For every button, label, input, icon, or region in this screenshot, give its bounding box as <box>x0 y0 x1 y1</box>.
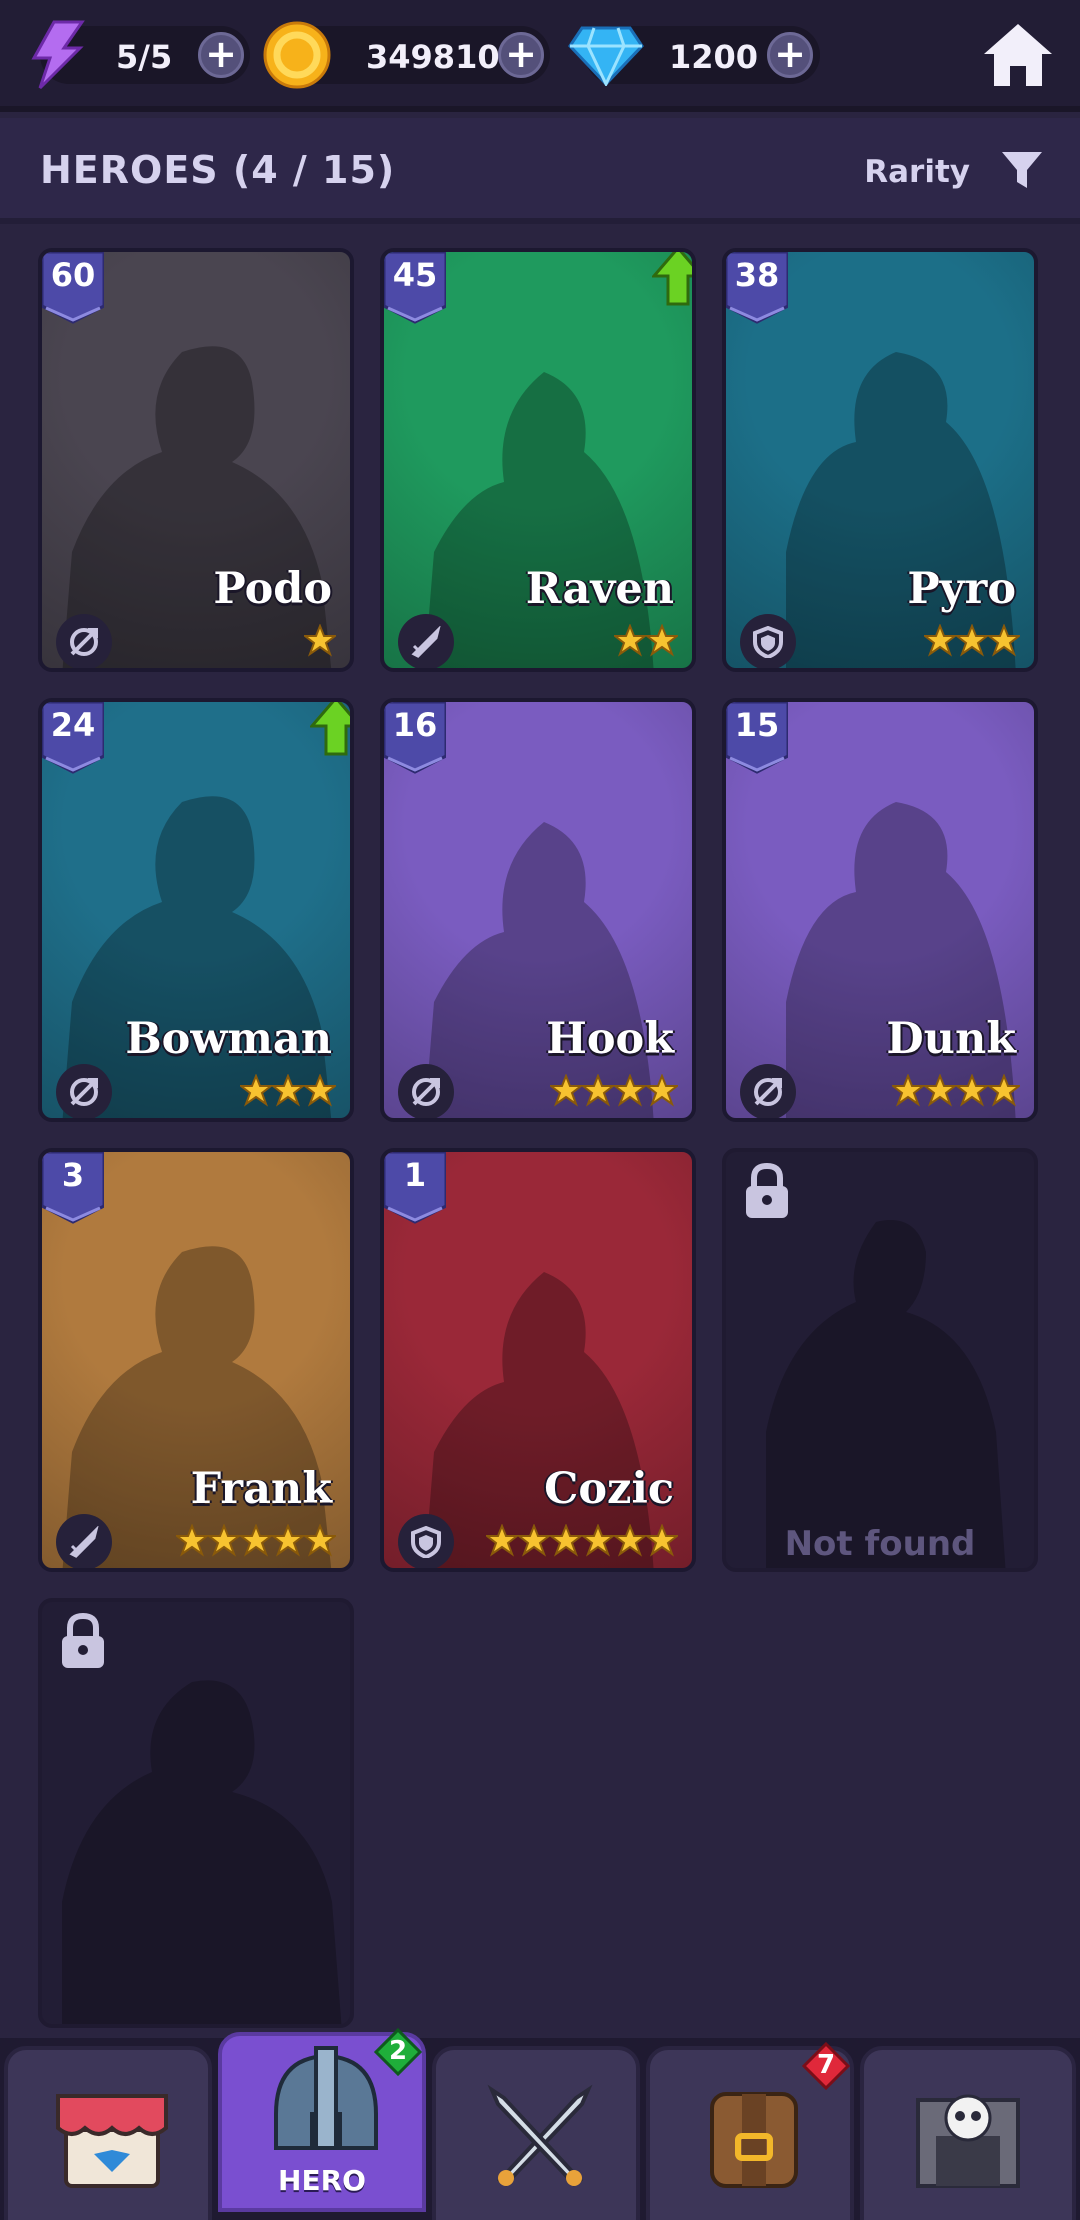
hero-level: 24 <box>50 706 96 744</box>
backpack-icon <box>710 2092 798 2188</box>
bow-icon <box>754 1078 782 1106</box>
home-button[interactable] <box>982 20 1054 90</box>
hero-star-rating <box>550 1074 678 1107</box>
role-badge <box>56 1514 112 1568</box>
hero-card-pyro[interactable]: 38 Pyro <box>722 248 1038 672</box>
hero-level: 16 <box>392 706 438 744</box>
helmet-icon <box>274 2046 378 2150</box>
page-title: HEROES (4 / 15) <box>40 148 396 192</box>
gems-value: 1200 <box>669 38 759 76</box>
hero-star-rating <box>892 1074 1020 1107</box>
hero-name: Pyro <box>907 564 1016 614</box>
hero-star-rating <box>240 1074 336 1107</box>
hero-star-rating <box>176 1524 336 1557</box>
hero-star-rating <box>486 1524 678 1557</box>
gold-coin-icon <box>263 21 331 89</box>
role-badge <box>740 1064 796 1118</box>
hero-level: 1 <box>403 1156 427 1194</box>
tab-dungeon[interactable] <box>860 2046 1076 2220</box>
hero-star-rating <box>614 624 678 657</box>
lock-icon <box>62 1612 104 1668</box>
hero-star-rating <box>304 624 336 657</box>
hero-level: 45 <box>392 256 438 294</box>
bow-icon <box>70 1078 98 1106</box>
role-badge <box>398 1064 454 1118</box>
locked-hero-card[interactable] <box>38 1598 354 2028</box>
add-energy-button[interactable]: + <box>198 32 244 78</box>
level-badge: 60 <box>42 252 104 324</box>
role-badge <box>56 1064 112 1118</box>
hero-star-rating <box>924 624 1020 657</box>
hero-name: Frank <box>190 1464 332 1514</box>
hero-level: 3 <box>61 1156 85 1194</box>
bow-icon <box>412 1078 440 1106</box>
energy-value: 5/5 <box>116 38 173 76</box>
hero-level: 60 <box>50 256 96 294</box>
role-badge <box>398 614 454 668</box>
role-badge <box>56 614 112 668</box>
shop-icon <box>56 2094 168 2188</box>
tab-shop[interactable] <box>4 2046 212 2220</box>
hero-card-dunk[interactable]: 15 Dunk <box>722 698 1038 1122</box>
bow-icon <box>70 628 98 656</box>
level-badge: 45 <box>384 252 446 324</box>
hero-level: 38 <box>734 256 780 294</box>
add-gems-button[interactable]: + <box>767 32 813 78</box>
hero-card-frank[interactable]: 3 Frank <box>38 1148 354 1572</box>
hero-name: Hook <box>546 1014 674 1064</box>
sort-label[interactable]: Rarity <box>864 154 970 190</box>
coins-value: 349810 <box>366 38 500 76</box>
role-badge <box>398 1514 454 1568</box>
hero-name: Podo <box>213 564 332 614</box>
role-badge <box>740 614 796 668</box>
hero-card-raven[interactable]: 45 Raven <box>380 248 696 672</box>
shield-icon <box>411 1526 441 1558</box>
level-badge: 16 <box>384 702 446 774</box>
lightning-icon <box>31 20 85 90</box>
sword-icon <box>411 626 441 658</box>
crossed-swords-icon <box>487 2084 593 2187</box>
hero-card-hook[interactable]: 16 Hook <box>380 698 696 1122</box>
hero-level: 15 <box>734 706 780 744</box>
upgrade-arrow-icon <box>652 252 692 306</box>
locked-hero-card[interactable]: Not found <box>722 1148 1038 1572</box>
heroes-header: HEROES (4 / 15) Rarity <box>0 118 1080 224</box>
tab-battle[interactable] <box>432 2046 640 2220</box>
level-badge: 3 <box>42 1152 104 1224</box>
not-found-label: Not found <box>784 1524 976 1564</box>
hero-card-cozic[interactable]: 1 Cozic <box>380 1148 696 1572</box>
resource-bar: 5/5 + 349810 + 1200 + <box>0 0 1080 112</box>
blue-gem-icon <box>568 26 644 86</box>
sword-icon <box>69 1526 99 1558</box>
hero-notification-badge: 2 <box>374 2028 422 2076</box>
tab-hero[interactable]: HERO 2 <box>218 2028 426 2212</box>
lock-icon <box>746 1162 788 1218</box>
tab-inventory[interactable]: 7 <box>646 2042 854 2220</box>
hero-name: Dunk <box>886 1014 1016 1064</box>
hero-name: Raven <box>525 564 674 614</box>
skull-gate-icon <box>916 2094 1020 2188</box>
hero-name: Cozic <box>544 1464 674 1514</box>
hero-card-podo[interactable]: 60 Podo <box>38 248 354 672</box>
upgrade-arrow-icon <box>310 702 350 756</box>
hero-card-bowman[interactable]: 24 Bowman <box>38 698 354 1122</box>
shield-icon <box>753 626 783 658</box>
level-badge: 24 <box>42 702 104 774</box>
bottom-nav: HERO 2 7 <box>0 2028 1080 2220</box>
add-coins-button[interactable]: + <box>498 32 544 78</box>
level-badge: 38 <box>726 252 788 324</box>
filter-icon[interactable] <box>1000 150 1044 190</box>
level-badge: 15 <box>726 702 788 774</box>
hero-name: Bowman <box>125 1014 332 1064</box>
inventory-notification-badge: 7 <box>802 2042 850 2090</box>
level-badge: 1 <box>384 1152 446 1224</box>
tab-hero-label: HERO <box>278 2164 366 2197</box>
